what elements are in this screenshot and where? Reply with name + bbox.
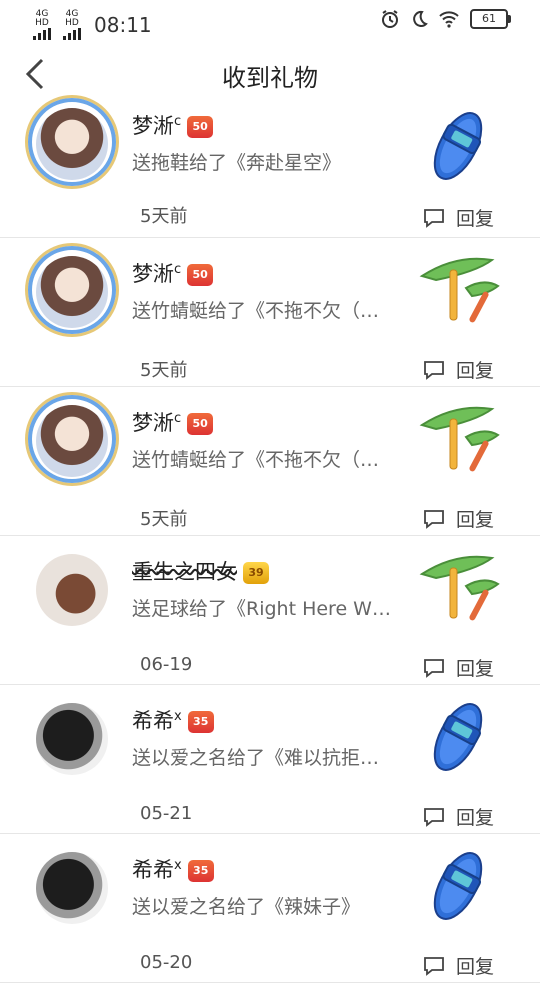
list-item[interactable]: 梦淅c 50 送竹蜻蜓给了《不拖不欠（… 5天前 回复 <box>0 387 540 536</box>
user-name-row[interactable]: 希希x 35 <box>132 705 214 735</box>
comment-icon <box>424 956 444 976</box>
avatar[interactable] <box>36 703 108 775</box>
comment-icon <box>424 360 444 380</box>
timestamp: 5天前 <box>140 206 188 227</box>
level-badge-icon: 35 <box>187 860 214 882</box>
list-item[interactable]: 梦淅c 50 送竹蜻蜓给了《不拖不欠（… 5天前 回复 <box>0 238 540 387</box>
timestamp: 5天前 <box>140 509 188 530</box>
user-name-row[interactable]: 梦淅c 50 <box>132 110 214 140</box>
signal-bars-icon <box>33 28 51 40</box>
gift-list: 梦淅c 50 送拖鞋给了《奔赴星空》 5天前 回复 梦淅c 50 送竹蜻蜓给了《不拖不欠（… 5… <box>0 98 540 983</box>
user-suffix: c <box>174 411 182 426</box>
gift-description: 送以爱之名给了《难以抗拒… <box>132 747 380 769</box>
comment-icon <box>424 509 444 529</box>
reply-label: 回复 <box>456 956 495 978</box>
status-icons: 61 <box>380 9 511 29</box>
gift-description: 送以爱之名给了《辣妹子》 <box>132 896 361 918</box>
signal-1: 4G HD <box>30 10 54 40</box>
user-suffix: x <box>174 858 182 873</box>
alarm-icon <box>382 10 398 28</box>
list-item[interactable]: 希希x 35 送以爱之名给了《难以抗拒… 05-21 回复 <box>0 685 540 834</box>
level-badge-icon: 50 <box>187 413 214 435</box>
avatar[interactable] <box>36 554 108 626</box>
reply-label: 回复 <box>456 658 495 680</box>
timestamp: 5天前 <box>140 360 188 381</box>
wifi-icon <box>439 11 459 28</box>
user-suffix: c <box>174 114 182 129</box>
level-badge-icon: 39 <box>243 562 269 584</box>
slipper-icon <box>416 104 500 188</box>
user-name-row[interactable]: 希希x 35 <box>132 854 214 884</box>
status-bar: 4G HD 4G HD 08:11 61 <box>0 0 540 44</box>
list-item[interactable]: 希希x 35 送以爱之名给了《辣妹子》 05-20 回复 <box>0 834 540 983</box>
reply-button[interactable]: 回复 <box>422 952 494 979</box>
page-title: 收到礼物 <box>222 64 318 92</box>
list-item[interactable]: 梦淅c 50 送拖鞋给了《奔赴星空》 5天前 回复 <box>0 98 540 238</box>
avatar[interactable] <box>36 852 108 924</box>
comment-icon <box>424 658 444 678</box>
avatar[interactable] <box>36 405 108 477</box>
gift-description: 送足球给了《Right Here W… <box>132 598 391 620</box>
reply-button[interactable]: 回复 <box>422 356 494 383</box>
network-type-1: 4G HD <box>35 9 49 28</box>
slipper-icon <box>416 844 500 928</box>
bamboo-dragonfly-icon <box>416 546 500 630</box>
gift-description: 送竹蜻蜓给了《不拖不欠（… <box>132 300 380 322</box>
user-name: 梦淅 <box>132 262 174 286</box>
reply-button[interactable]: 回复 <box>422 204 494 231</box>
user-suffix: c <box>174 262 182 277</box>
reply-button[interactable]: 回复 <box>422 803 494 830</box>
header: 收到礼物 <box>0 44 540 104</box>
timestamp: 05-21 <box>140 803 193 824</box>
network-type-2: 4G HD <box>65 9 79 28</box>
user-name: 梦淅 <box>132 114 174 138</box>
level-badge-icon: 50 <box>187 264 214 286</box>
user-name-row[interactable]: 梦淅c 50 <box>132 258 214 288</box>
moon-icon <box>413 10 428 27</box>
gift-description: 送拖鞋给了《奔赴星空》 <box>132 152 342 174</box>
reply-label: 回复 <box>456 208 495 230</box>
reply-label: 回复 <box>456 360 495 382</box>
comment-icon <box>424 208 444 228</box>
user-name: 重生之四女 <box>132 560 237 584</box>
gift-description: 送竹蜻蜓给了《不拖不欠（… <box>132 449 380 471</box>
level-badge-icon: 35 <box>187 711 214 733</box>
slipper-icon <box>416 695 500 779</box>
user-suffix: x <box>174 709 182 724</box>
battery-level: 61 <box>482 12 496 25</box>
bamboo-dragonfly-icon <box>416 248 500 332</box>
reply-button[interactable]: 回复 <box>422 654 494 681</box>
user-name: 梦淅 <box>132 411 174 435</box>
reply-button[interactable]: 回复 <box>422 505 494 532</box>
timestamp: 06-19 <box>140 654 193 675</box>
signal-bars-icon <box>63 28 81 40</box>
comment-icon <box>424 807 444 827</box>
user-name: 希希 <box>132 858 174 882</box>
user-name-row[interactable]: 重生之四女 39 <box>132 556 269 586</box>
level-badge-icon: 50 <box>187 116 214 138</box>
avatar[interactable] <box>36 256 108 328</box>
network-indicators: 4G HD 4G HD 08:11 <box>30 10 152 40</box>
reply-label: 回复 <box>456 509 495 531</box>
user-name-row[interactable]: 梦淅c 50 <box>132 407 214 437</box>
user-name: 希希 <box>132 709 174 733</box>
avatar[interactable] <box>36 108 108 180</box>
reply-label: 回复 <box>456 807 495 829</box>
timestamp: 05-20 <box>140 952 193 973</box>
clock: 08:11 <box>94 13 152 37</box>
battery-icon: 61 <box>470 9 511 29</box>
list-item[interactable]: 重生之四女 39 送足球给了《Right Here W… 06-19 回复 <box>0 536 540 685</box>
bamboo-dragonfly-icon <box>416 397 500 481</box>
signal-2: 4G HD <box>60 10 84 40</box>
